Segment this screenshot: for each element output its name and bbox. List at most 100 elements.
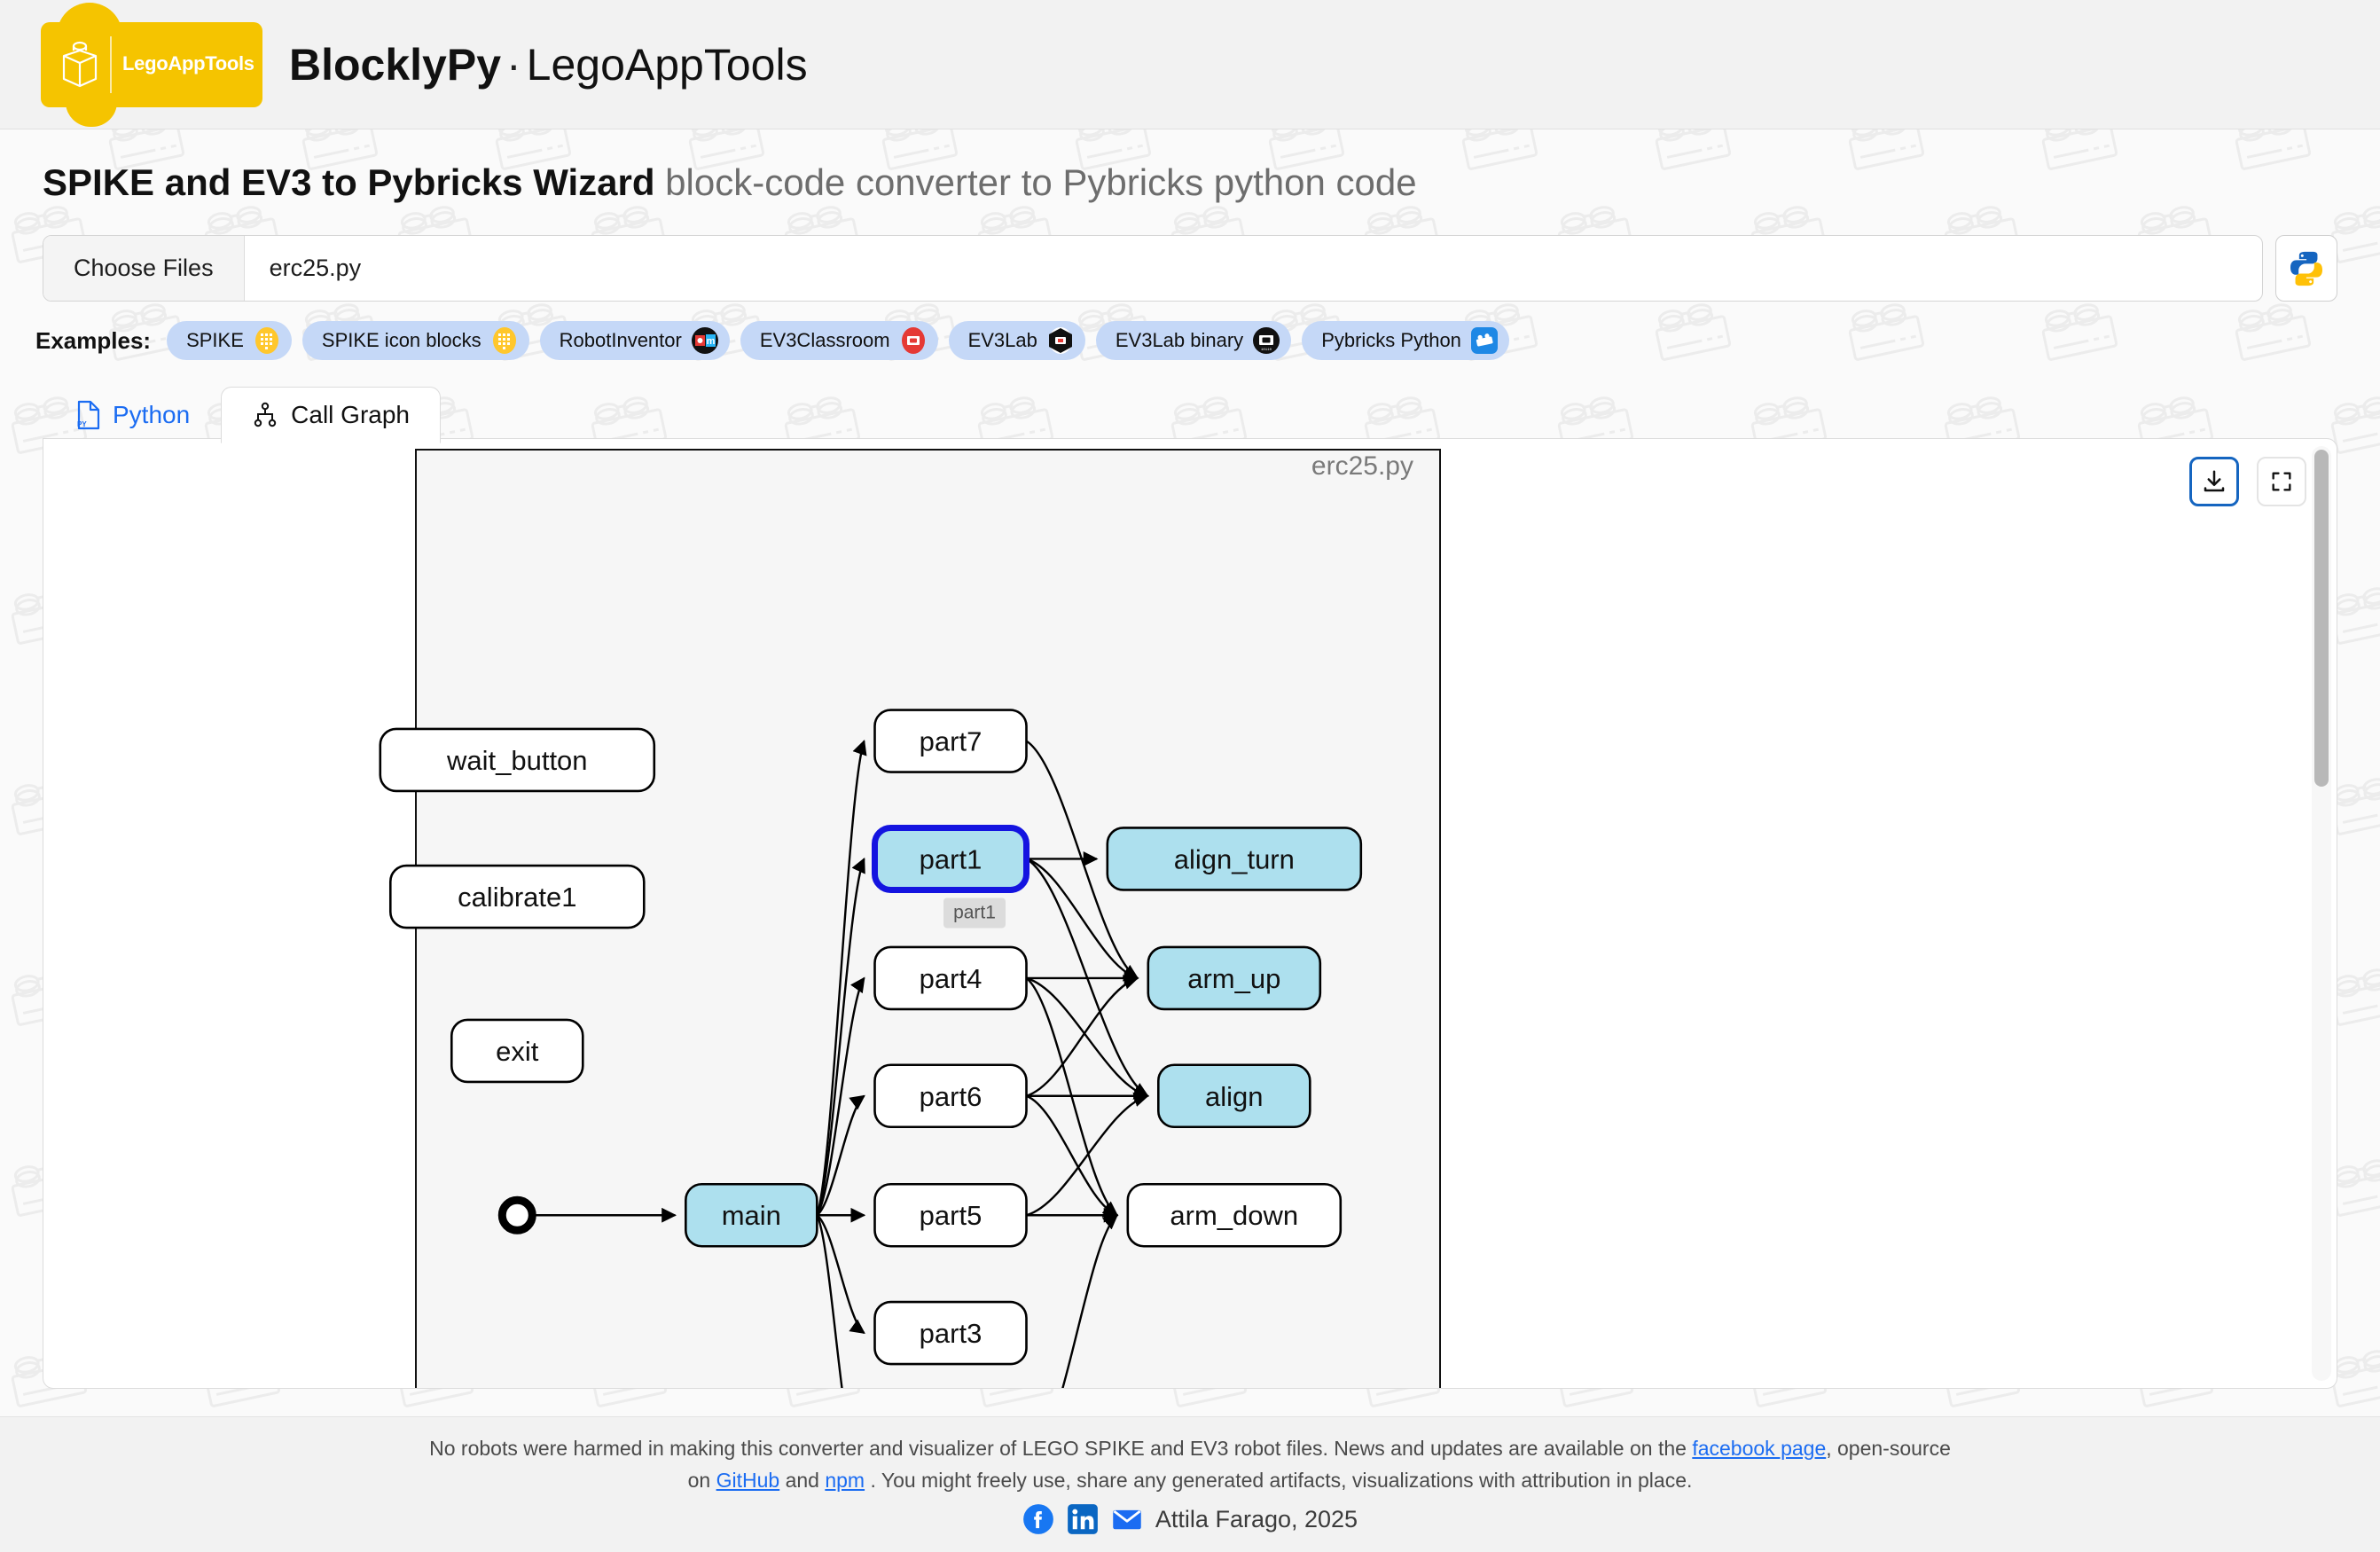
footer-line1-a: No robots were harmed in making this con… bbox=[429, 1437, 1693, 1460]
graph-node-label: arm_down bbox=[1170, 1200, 1298, 1231]
svg-text:m: m bbox=[706, 336, 715, 347]
example-chip-pybricks-python[interactable]: Pybricks Python bbox=[1302, 321, 1509, 360]
tab-python[interactable]: PY Python bbox=[43, 387, 221, 443]
app-title: BlocklyPy · LegoAppTools bbox=[289, 39, 808, 90]
example-label: EV3Lab binary bbox=[1115, 329, 1244, 351]
call-graph-icon bbox=[254, 402, 277, 427]
graph-node-label: part6 bbox=[920, 1081, 983, 1112]
graph-node-part3[interactable]: part3 bbox=[873, 1300, 1028, 1366]
example-chip-ev3lab-binary[interactable]: EV3Lab binary 10110 bbox=[1095, 321, 1292, 360]
examples-row: Examples: SPIKE SPIKE icon blocks RobotI… bbox=[35, 319, 1509, 362]
graph-node-align_turn[interactable]: align_turn bbox=[1106, 827, 1363, 891]
example-chip-ev3lab[interactable]: EV3Lab bbox=[948, 321, 1085, 360]
example-chip-spike-icon-blocks[interactable]: SPIKE icon blocks bbox=[301, 321, 529, 360]
graph-node-part5[interactable]: part5 bbox=[873, 1182, 1028, 1248]
footer-line2-c: . You might freely use, share any genera… bbox=[865, 1468, 1693, 1492]
call-graph-svg[interactable]: erc25.py wait_button calibrate1 exit main pa… bbox=[43, 439, 2319, 1389]
example-label: EV3Lab bbox=[967, 329, 1037, 351]
author-credit: Attila Farago, 2025 bbox=[1155, 1505, 1358, 1532]
pybricks-icon bbox=[1470, 327, 1498, 354]
example-chip-ev3classroom[interactable]: EV3Classroom bbox=[740, 321, 938, 360]
example-label: Pybricks Python bbox=[1321, 329, 1461, 351]
example-label: EV3Classroom bbox=[759, 329, 890, 351]
graph-node-start[interactable] bbox=[497, 1195, 536, 1235]
tab-bar: PY Python Call Graph bbox=[43, 381, 442, 443]
example-label: RobotInventor bbox=[559, 329, 682, 351]
graph-node-label: part7 bbox=[920, 726, 983, 757]
graph-node-label: part5 bbox=[920, 1200, 983, 1231]
graph-node-calibrate1[interactable]: calibrate1 bbox=[388, 864, 646, 929]
graph-node-exit[interactable]: exit bbox=[450, 1018, 584, 1084]
npm-link[interactable]: npm bbox=[825, 1469, 865, 1492]
call-graph-panel: erc25.py wait_button calibrate1 exit main pa… bbox=[43, 438, 2337, 1389]
ev3-lab-icon bbox=[1048, 327, 1072, 354]
graph-node-part7[interactable]: part7 bbox=[873, 709, 1028, 773]
examples-label: Examples: bbox=[35, 326, 152, 354]
graph-node-arm_down[interactable]: arm_down bbox=[1126, 1182, 1343, 1248]
graph-start-node[interactable] bbox=[497, 1195, 536, 1235]
example-chip-robotinventor[interactable]: RobotInventor m bbox=[539, 321, 730, 360]
fullscreen-button[interactable] bbox=[2257, 457, 2306, 506]
footer-line2-b: and bbox=[779, 1468, 826, 1492]
fullscreen-icon bbox=[2272, 472, 2291, 491]
spike-hub-icon bbox=[492, 327, 516, 354]
tab-call-graph[interactable]: Call Graph bbox=[221, 387, 442, 443]
graph-node-label: part1 bbox=[920, 843, 983, 874]
graph-node-part4[interactable]: part4 bbox=[873, 945, 1028, 1011]
call-graph-canvas[interactable]: erc25.py wait_button calibrate1 exit main pa… bbox=[43, 439, 2319, 1389]
spike-hub-icon bbox=[254, 327, 278, 354]
graph-node-wait_button[interactable]: wait_button bbox=[379, 727, 656, 793]
page-title: SPIKE and EV3 to Pybricks Wizard block-c… bbox=[43, 161, 1417, 204]
ev3-classroom-icon bbox=[901, 327, 925, 354]
page-title-main: SPIKE and EV3 to Pybricks Wizard bbox=[43, 161, 655, 203]
python-format-button[interactable] bbox=[2275, 235, 2337, 302]
app-logo[interactable]: LegoAppTools bbox=[41, 2, 262, 127]
svg-text:10110: 10110 bbox=[1261, 349, 1272, 352]
graph-node-part6[interactable]: part6 bbox=[873, 1063, 1028, 1129]
app-title-main: BlocklyPy bbox=[289, 39, 502, 90]
graph-node-label: part3 bbox=[920, 1318, 983, 1349]
svg-text:PY: PY bbox=[77, 420, 87, 428]
file-chooser-row: Choose Files erc25.py bbox=[43, 235, 2337, 302]
graph-toolbar bbox=[2189, 457, 2306, 506]
selected-file-name: erc25.py bbox=[269, 255, 362, 281]
download-button[interactable] bbox=[2189, 457, 2239, 506]
graph-node-main[interactable]: main bbox=[685, 1182, 818, 1248]
app-header: LegoAppTools BlocklyPy · LegoAppTools bbox=[0, 0, 2380, 129]
linkedin-icon[interactable] bbox=[1067, 1503, 1099, 1535]
page-footer: No robots were harmed in making this con… bbox=[0, 1416, 2380, 1552]
graph-scrollbar[interactable] bbox=[2312, 446, 2331, 1381]
email-icon[interactable] bbox=[1111, 1503, 1143, 1535]
graph-tooltip-label: part1 bbox=[953, 902, 996, 922]
footer-line2-a: on bbox=[687, 1468, 716, 1492]
graph-node-label: align_turn bbox=[1174, 843, 1295, 874]
graph-cluster-label: erc25.py bbox=[1311, 451, 1413, 481]
example-chip-spike[interactable]: SPIKE bbox=[167, 321, 292, 360]
ev3-lab-binary-icon: 10110 bbox=[1253, 327, 1280, 354]
graph-node-label: wait_button bbox=[446, 745, 588, 776]
graph-node-arm_up[interactable]: arm_up bbox=[1147, 945, 1322, 1011]
graph-node-part1[interactable]: part1 bbox=[872, 824, 1030, 893]
lego-brick-icon bbox=[62, 41, 98, 87]
logo-label: LegoAppTools bbox=[122, 51, 254, 74]
graph-node-align[interactable]: align bbox=[1157, 1063, 1311, 1129]
python-logo-icon bbox=[2290, 251, 2323, 286]
graph-scrollbar-thumb[interactable] bbox=[2314, 450, 2329, 787]
footer-disclaimer: No robots were harmed in making this con… bbox=[0, 1417, 2380, 1496]
footer-credit: Attila Farago, 2025 bbox=[0, 1503, 2380, 1535]
robot-inventor-icon: m bbox=[691, 327, 718, 354]
graph-node-label: arm_up bbox=[1187, 963, 1280, 994]
app-title-separator: · bbox=[506, 39, 521, 90]
tab-label: Python bbox=[113, 401, 191, 428]
graph-node-label: main bbox=[722, 1200, 781, 1231]
graph-node-label: part4 bbox=[920, 963, 983, 994]
tab-label: Call Graph bbox=[291, 401, 411, 428]
choose-files-button[interactable]: Choose Files bbox=[43, 236, 245, 301]
file-input[interactable]: Choose Files erc25.py bbox=[43, 235, 2263, 302]
facebook-icon[interactable] bbox=[1022, 1503, 1054, 1535]
graph-node-label: exit bbox=[496, 1036, 539, 1067]
github-link[interactable]: GitHub bbox=[716, 1469, 780, 1492]
facebook-page-link[interactable]: facebook page bbox=[1692, 1437, 1826, 1460]
footer-line1-b: , open-source bbox=[1826, 1437, 1951, 1460]
download-icon bbox=[2204, 470, 2225, 492]
